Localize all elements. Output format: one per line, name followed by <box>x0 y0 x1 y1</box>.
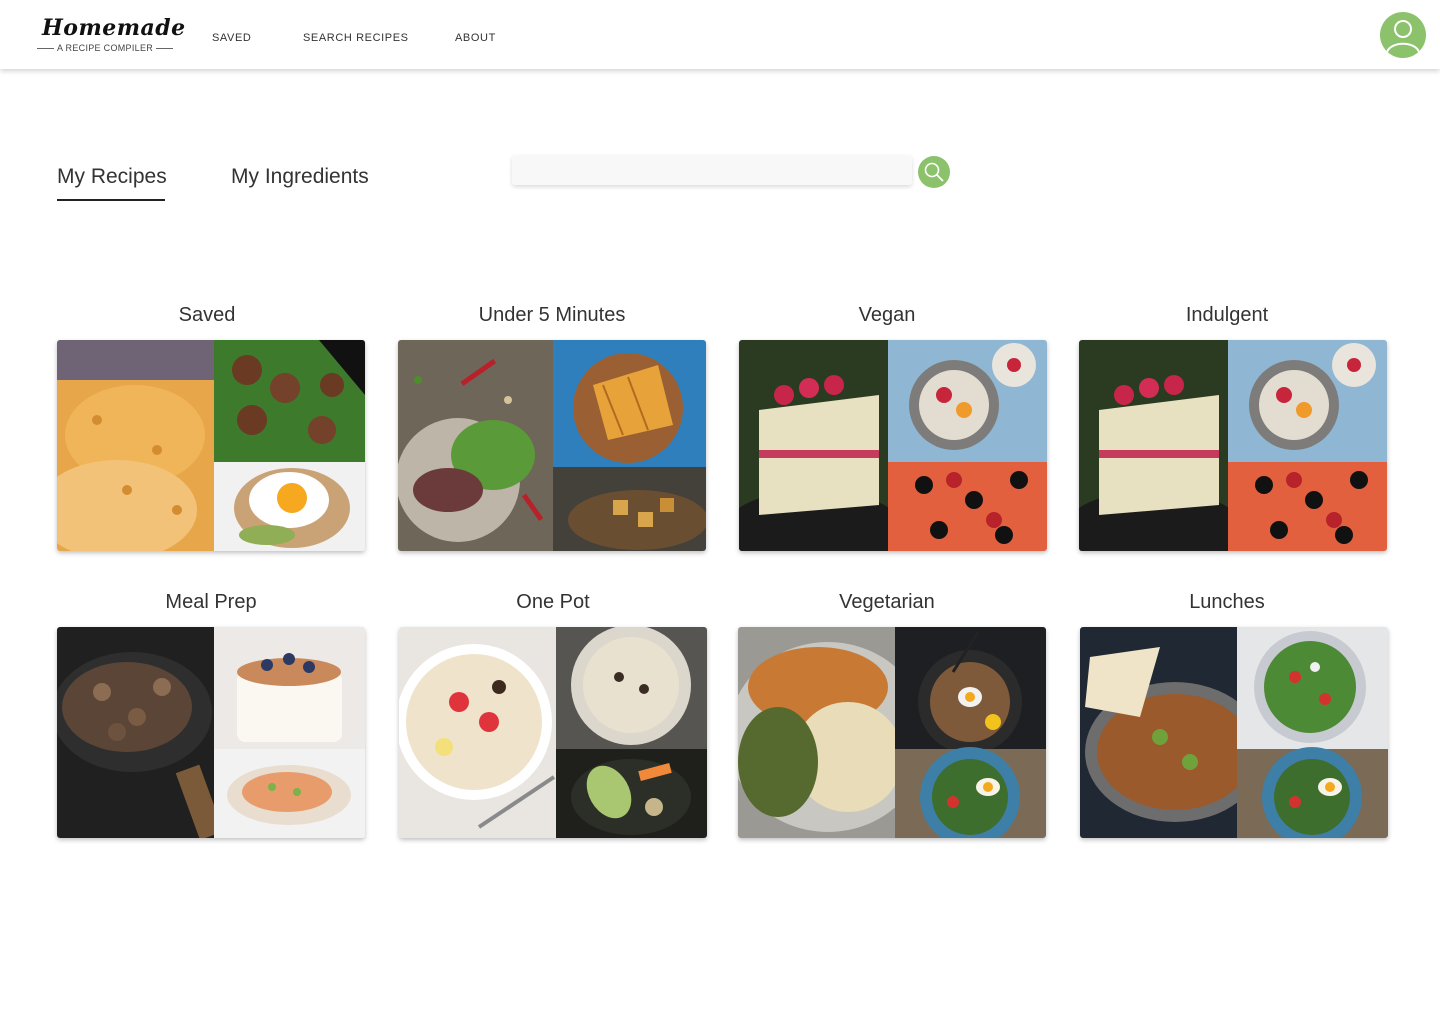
nav-about[interactable]: ABOUT <box>455 31 496 45</box>
user-icon <box>1386 20 1420 53</box>
collection-card-lunches[interactable] <box>1080 627 1388 838</box>
collection-card-meal-prep[interactable] <box>57 627 365 838</box>
top-header: Homemade A RECIPE COMPILER SAVED SEARCH … <box>0 0 1440 69</box>
search-input[interactable] <box>512 155 912 185</box>
raspberry-cake-photo <box>1079 340 1244 551</box>
collection-card-indulgent[interactable] <box>1079 340 1387 551</box>
pizza-photo <box>1228 462 1387 551</box>
nav-saved[interactable]: SAVED <box>212 31 251 45</box>
logo-title: Homemade <box>42 15 186 41</box>
egg-toast-photo <box>214 462 365 551</box>
collection-photos <box>57 340 365 551</box>
smoothie-bowl-photo <box>399 627 556 838</box>
collection-card-saved[interactable] <box>57 340 365 551</box>
collection-photos <box>738 627 1046 838</box>
roasted-potatoes-photo <box>553 467 706 551</box>
blueberry-cake-photo <box>214 627 365 749</box>
creamy-soup-photo <box>556 627 707 749</box>
collection-photos <box>399 627 707 838</box>
mac-and-cheese-photo <box>57 340 214 551</box>
collection-photos <box>1080 627 1388 838</box>
search-button[interactable] <box>918 156 950 188</box>
logo-subtitle: A RECIPE COMPILER <box>56 43 154 53</box>
collection-card-under-5-minutes[interactable] <box>398 340 706 551</box>
logo[interactable]: Homemade A RECIPE COMPILER <box>36 14 186 56</box>
pizza-photo <box>888 462 1047 551</box>
search-icon <box>924 162 944 182</box>
nav-search-recipes[interactable]: SEARCH RECIPES <box>303 31 409 45</box>
tab-my-recipes[interactable]: My Recipes <box>57 164 167 190</box>
collection-photos <box>1079 340 1387 551</box>
active-tab-indicator <box>57 199 165 201</box>
collection-title-under-5-minutes: Under 5 Minutes <box>478 304 626 326</box>
fruit-bowl-photo <box>1228 340 1387 462</box>
collection-card-one-pot[interactable] <box>399 627 707 838</box>
collection-title-vegan: Vegan <box>858 304 916 326</box>
collection-photos <box>398 340 706 551</box>
mushroom-skillet-photo <box>57 627 224 838</box>
collection-title-lunches: Lunches <box>1189 591 1265 613</box>
logo-divider-right <box>156 48 173 49</box>
meatballs-photo <box>214 340 365 462</box>
egg-salad-bowl-photo <box>1237 747 1388 838</box>
collection-title-vegetarian: Vegetarian <box>839 591 935 613</box>
vegetable-broth-photo <box>556 749 707 838</box>
tab-my-ingredients[interactable]: My Ingredients <box>231 164 369 190</box>
collection-card-vegetarian[interactable] <box>738 627 1046 838</box>
salmon-photo <box>214 749 365 838</box>
collection-title-indulgent: Indulgent <box>1185 304 1269 326</box>
collection-photos <box>57 627 365 838</box>
user-avatar-button[interactable] <box>1380 12 1426 58</box>
collection-photos <box>739 340 1047 551</box>
fruit-bowl-photo <box>888 340 1047 462</box>
collection-title-saved: Saved <box>178 304 236 326</box>
collection-title-meal-prep: Meal Prep <box>165 591 257 613</box>
ramen-bowl-photo <box>895 627 1046 754</box>
raspberry-cake-photo <box>739 340 904 551</box>
collection-card-vegan[interactable] <box>739 340 1047 551</box>
green-salad-photo <box>1237 627 1388 749</box>
collection-title-one-pot: One Pot <box>516 591 590 613</box>
egg-salad-bowl-photo <box>895 747 1046 838</box>
steak-salad-photo <box>398 340 553 551</box>
grilled-sandwich-photo <box>553 340 706 467</box>
